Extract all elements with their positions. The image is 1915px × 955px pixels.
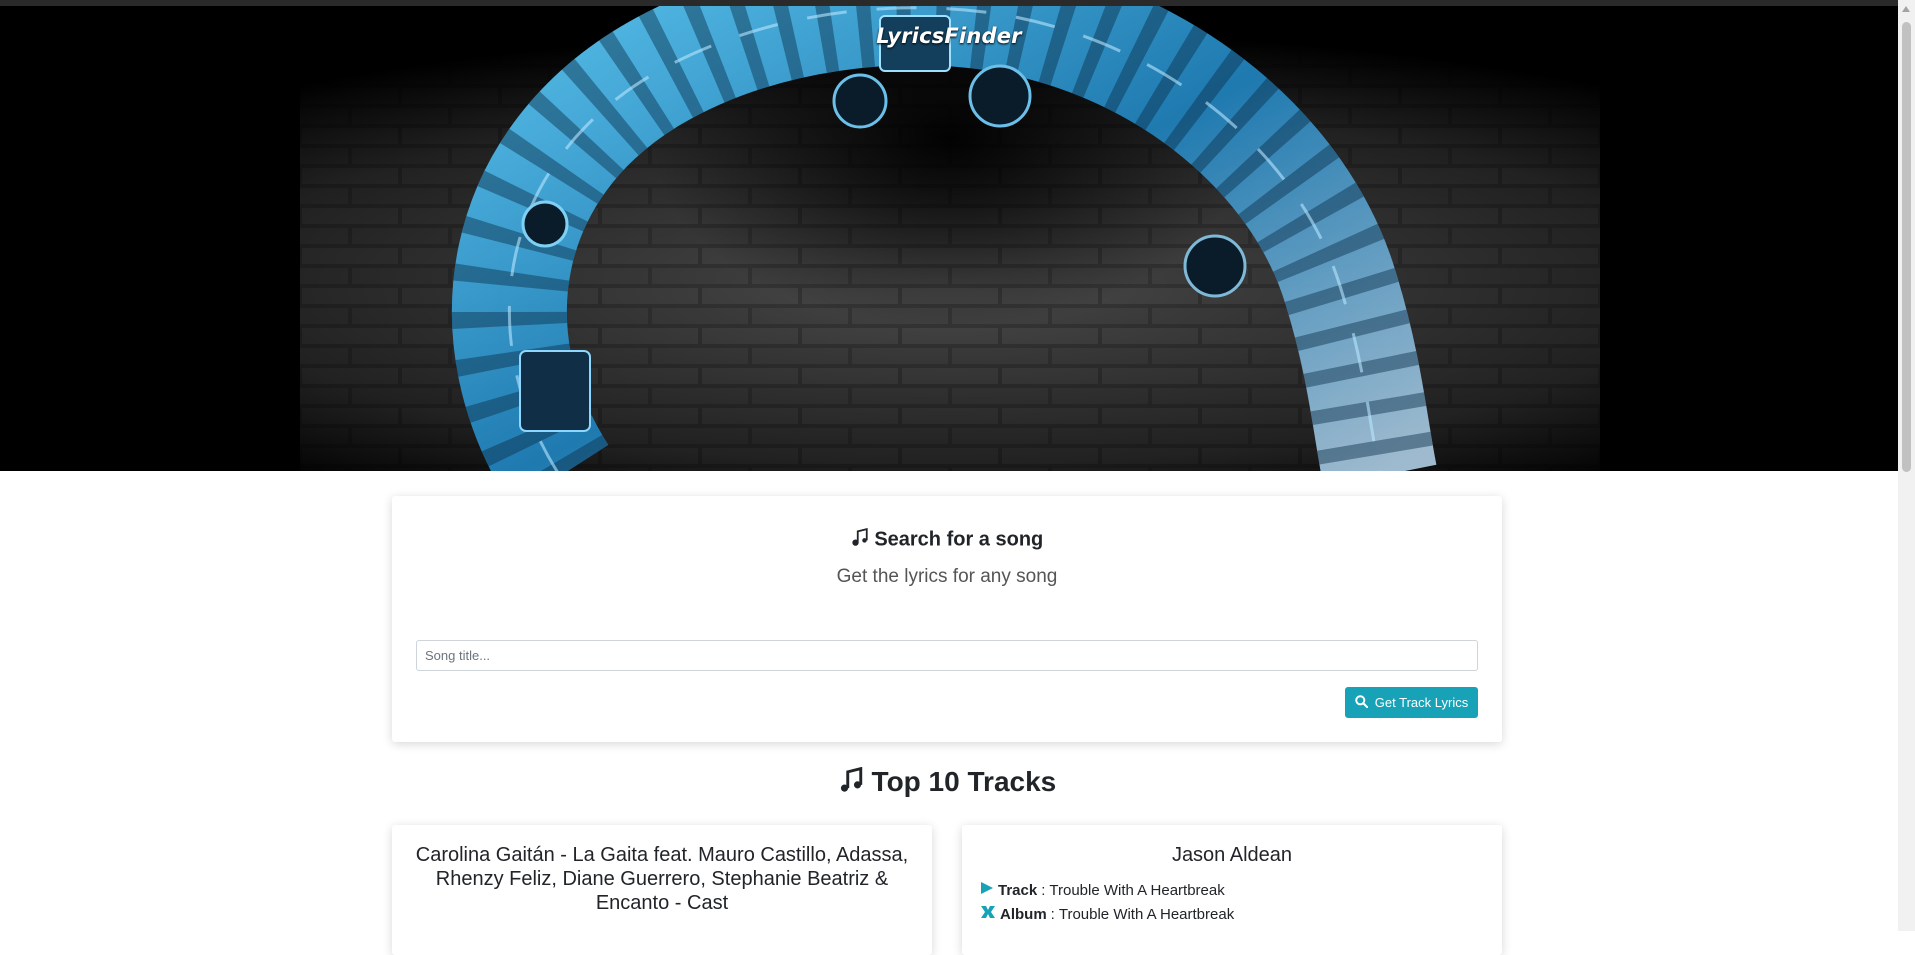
album-value: Trouble With A Heartbreak: [1058, 905, 1235, 923]
track-value: Trouble With A Heartbreak: [1049, 881, 1225, 899]
music-icon: [838, 766, 864, 800]
track-card-title: Carolina Gaitán - La Gaita feat. Mauro C…: [415, 844, 909, 914]
brand-logo[interactable]: LyricsFinder: [0, 24, 1898, 48]
album-label: Album: [1000, 905, 1047, 923]
top-tracks-heading: Top 10 Tracks: [392, 766, 1502, 800]
scroll-up-arrow-icon[interactable]: [1902, 6, 1910, 12]
hero-image: [0, 6, 1898, 471]
search-heading: Search for a song: [392, 527, 1502, 552]
track-row: Track: Trouble With A Heartbreak: [980, 881, 1225, 899]
get-track-lyrics-button[interactable]: Get Track Lyrics: [1345, 687, 1478, 718]
album-icon: [980, 905, 996, 923]
scrollbar-thumb[interactable]: [1902, 22, 1911, 472]
top-tracks-title: Top 10 Tracks: [871, 766, 1057, 797]
search-icon: [1355, 694, 1369, 711]
search-title-text: Search for a song: [874, 528, 1044, 551]
search-subtitle: Get the lyrics for any song: [836, 566, 1058, 587]
track-label: Track: [998, 881, 1038, 899]
music-icon: [851, 527, 869, 552]
song-title-input[interactable]: [416, 640, 1478, 671]
track-card: Jason Aldean Track: Trouble With A Heart…: [962, 825, 1502, 955]
track-card-title: Jason Aldean: [1171, 844, 1293, 866]
hero-banner: LyricsFinder: [0, 6, 1898, 471]
track-card: Carolina Gaitán - La Gaita feat. Mauro C…: [392, 825, 932, 955]
get-track-lyrics-label: Get Track Lyrics: [1374, 695, 1469, 710]
album-row: Album: Trouble With A Heartbreak: [980, 905, 1234, 923]
page-scrollbar[interactable]: [1898, 0, 1915, 931]
search-card: Search for a song Get the lyrics for any…: [392, 496, 1502, 742]
play-icon: [980, 881, 994, 899]
